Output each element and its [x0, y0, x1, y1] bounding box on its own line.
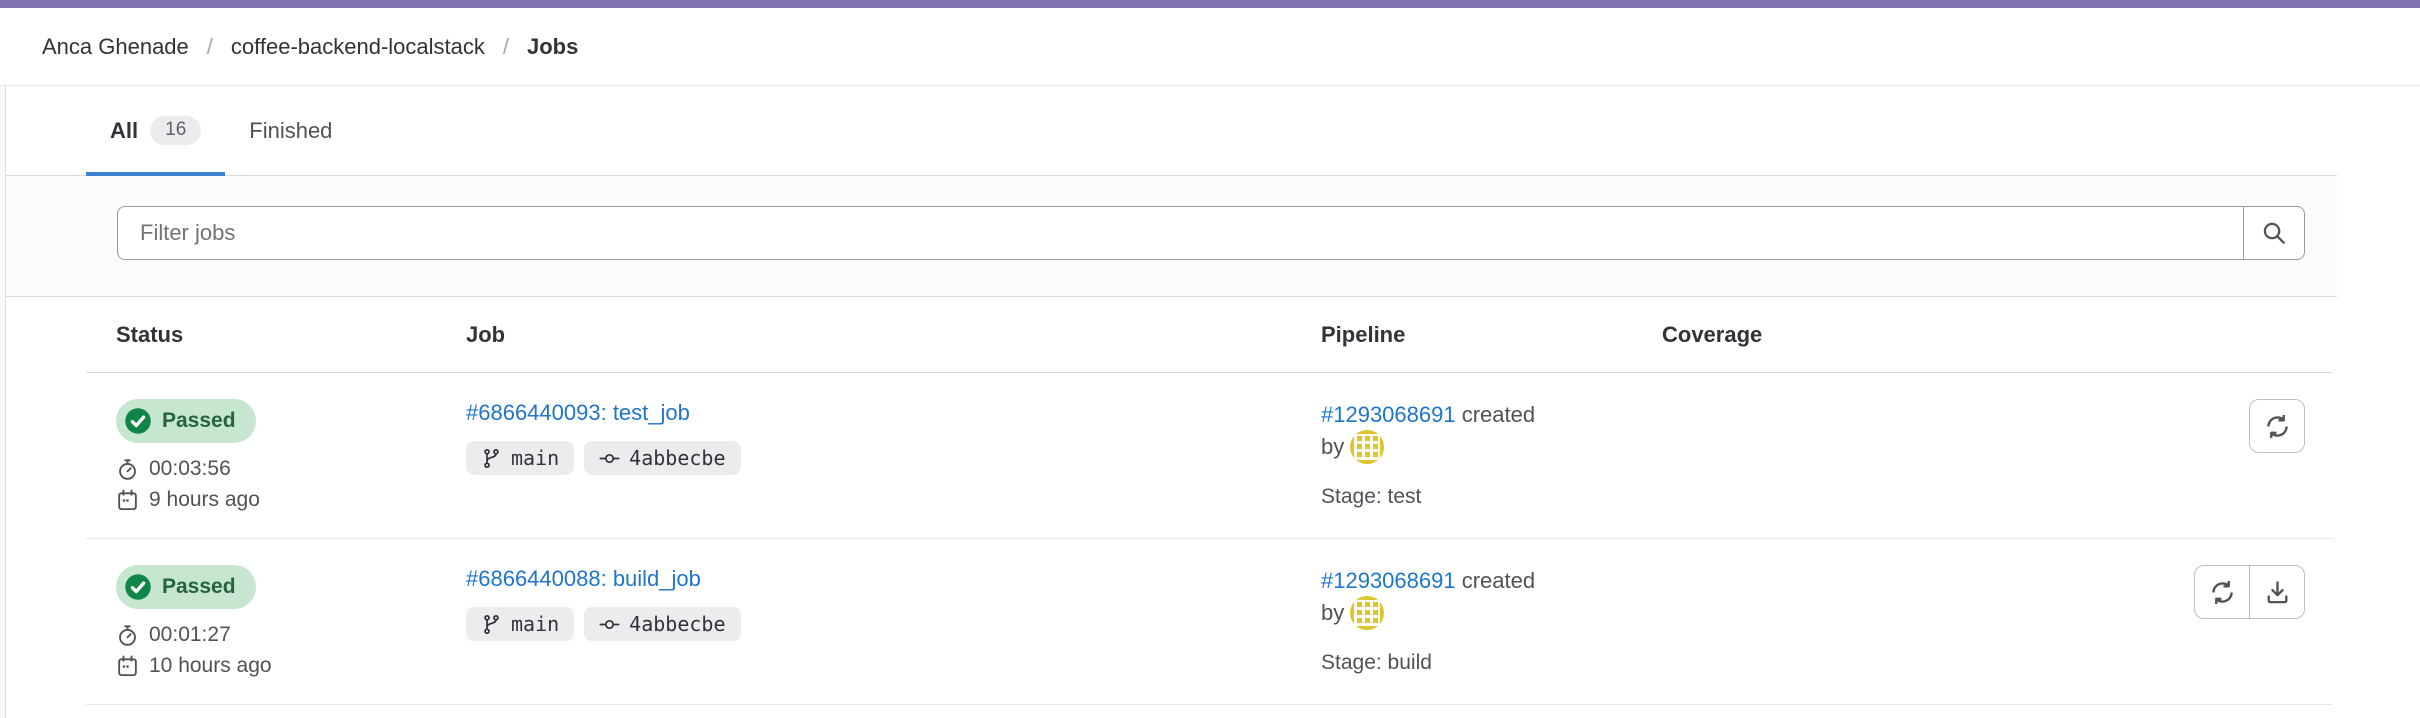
git-branch-icon — [481, 448, 502, 469]
search-icon — [2261, 220, 2287, 246]
filter-section — [6, 176, 2337, 297]
stage-label: Stage: build — [1321, 647, 1662, 678]
job-cell: #6866440088: build_job — [466, 565, 1321, 678]
branch-ref-name: main — [511, 612, 559, 636]
coverage-cell — [1662, 565, 1996, 678]
job-duration: 00:01:27 — [116, 623, 466, 647]
tab-all-count-badge: 16 — [150, 116, 201, 145]
stage-label: Stage: test — [1321, 481, 1662, 512]
jobs-page: Anca Ghenade / coffee-backend-localstack… — [0, 0, 2420, 718]
jobs-tabs: All 16 Finished — [6, 86, 2337, 176]
breadcrumb-bar: Anca Ghenade / coffee-backend-localstack… — [0, 8, 2420, 86]
top-accent-bar — [0, 0, 2420, 8]
retry-icon — [2209, 579, 2236, 606]
git-commit-icon — [599, 614, 620, 635]
tab-finished[interactable]: Finished — [225, 86, 356, 175]
pipeline-cell: #1293068691 created by Stage: build — [1321, 565, 1662, 678]
branch-ref-badge[interactable]: main — [466, 441, 574, 475]
pipeline-by-text: by — [1321, 434, 1344, 459]
breadcrumb-current-page: Jobs — [527, 34, 578, 60]
header-job: Job — [466, 322, 1321, 348]
table-row: Passed 00:03:56 — [86, 373, 2333, 539]
header-pipeline: Pipeline — [1321, 322, 1662, 348]
breadcrumb-project-link[interactable]: coffee-backend-localstack — [231, 34, 485, 60]
breadcrumb-group-link[interactable]: Anca Ghenade — [42, 34, 189, 60]
tab-all-label: All — [110, 118, 138, 144]
pipeline-link[interactable]: #1293068691 — [1321, 402, 1456, 427]
status-badge-label: Passed — [162, 575, 236, 599]
download-artifacts-button[interactable] — [2249, 565, 2305, 619]
status-cell: Passed 00:03:56 — [116, 399, 466, 512]
status-badge-passed[interactable]: Passed — [116, 399, 256, 443]
commit-sha-badge[interactable]: 4abbecbe — [584, 607, 740, 641]
commit-sha-value: 4abbecbe — [629, 446, 725, 470]
filter-input-group — [117, 206, 2305, 260]
retry-icon — [2264, 413, 2291, 440]
ref-badges: main 4abbecbe — [466, 441, 1321, 475]
calendar-icon — [116, 655, 139, 678]
job-duration-value: 00:01:27 — [149, 623, 231, 647]
status-badge-passed[interactable]: Passed — [116, 565, 256, 609]
header-coverage: Coverage — [1662, 322, 1996, 348]
pipeline-link[interactable]: #1293068691 — [1321, 568, 1456, 593]
table-header-row: Status Job Pipeline Coverage — [86, 297, 2333, 373]
jobs-table: Status Job Pipeline Coverage — [86, 297, 2333, 705]
check-circle-icon — [124, 407, 152, 435]
ref-badges: main 4abbecbe — [466, 607, 1321, 641]
branch-ref-name: main — [511, 446, 559, 470]
job-duration: 00:03:56 — [116, 457, 466, 481]
job-link[interactable]: #6866440093: test_job — [466, 399, 690, 427]
search-button[interactable] — [2243, 206, 2305, 260]
job-duration-value: 00:03:56 — [149, 457, 231, 481]
commit-sha-badge[interactable]: 4abbecbe — [584, 441, 740, 475]
branch-ref-badge[interactable]: main — [466, 607, 574, 641]
stopwatch-icon — [116, 624, 139, 647]
status-badge-label: Passed — [162, 409, 236, 433]
breadcrumb: Anca Ghenade / coffee-backend-localstack… — [42, 34, 578, 60]
retry-job-button[interactable] — [2194, 565, 2250, 619]
header-status: Status — [116, 322, 466, 348]
job-age-value: 9 hours ago — [149, 488, 260, 512]
actions-cell — [1996, 399, 2333, 512]
retry-job-button[interactable] — [2249, 399, 2305, 453]
pipeline-cell: #1293068691 created by Stage: test — [1321, 399, 1662, 512]
breadcrumb-separator: / — [503, 34, 509, 60]
calendar-icon — [116, 489, 139, 512]
pipeline-created-text: created — [1462, 568, 1535, 593]
git-branch-icon — [481, 614, 502, 635]
pipeline-by-text: by — [1321, 600, 1344, 625]
job-age: 10 hours ago — [116, 654, 466, 678]
tab-finished-label: Finished — [249, 118, 332, 144]
check-circle-icon — [124, 573, 152, 601]
tab-all[interactable]: All 16 — [86, 86, 225, 175]
coverage-cell — [1662, 399, 1996, 512]
job-cell: #6866440093: test_job — [466, 399, 1321, 512]
pipeline-created-text: created — [1462, 402, 1535, 427]
status-cell: Passed 00:01:27 — [116, 565, 466, 678]
job-link[interactable]: #6866440088: build_job — [466, 565, 701, 593]
stopwatch-icon — [116, 458, 139, 481]
pipeline-creator-avatar[interactable] — [1350, 596, 1384, 630]
job-age-value: 10 hours ago — [149, 654, 272, 678]
commit-sha-value: 4abbecbe — [629, 612, 725, 636]
git-commit-icon — [599, 448, 620, 469]
pipeline-creator-avatar[interactable] — [1350, 430, 1384, 464]
table-row: Passed 00:01:27 — [86, 539, 2333, 705]
job-actions-button-group — [2194, 565, 2305, 619]
breadcrumb-separator: / — [207, 34, 213, 60]
job-age: 9 hours ago — [116, 488, 466, 512]
filter-jobs-input[interactable] — [117, 206, 2243, 260]
actions-cell — [1996, 565, 2333, 678]
download-icon — [2264, 579, 2291, 606]
